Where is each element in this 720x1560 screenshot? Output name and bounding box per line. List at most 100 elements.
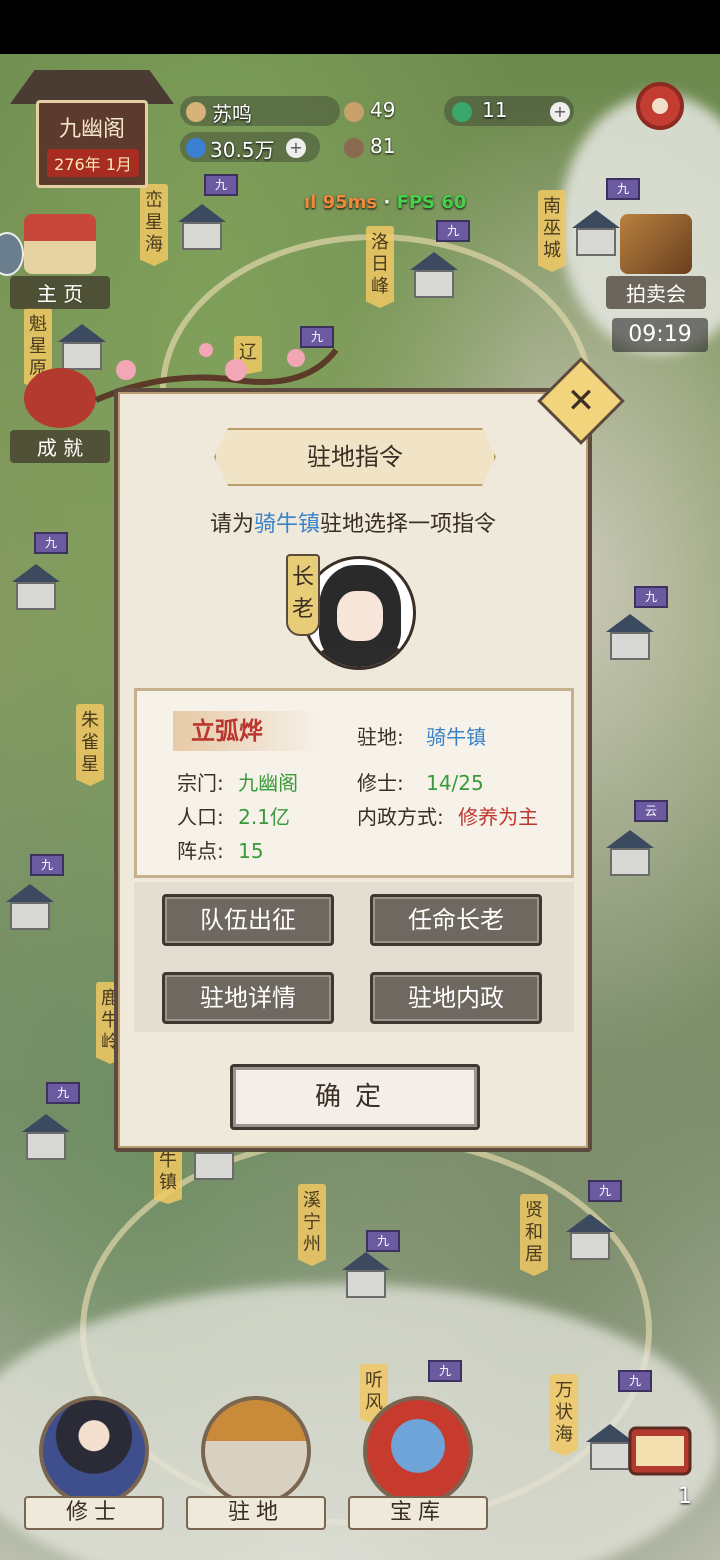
close-icon[interactable]: ✕ <box>550 370 612 432</box>
map-castle[interactable] <box>0 884 60 932</box>
place-label[interactable]: 峦星海 <box>140 184 168 266</box>
treasury-nav-button[interactable]: 宝库 <box>348 1396 488 1530</box>
station-value: 骑牛镇 <box>426 725 487 749</box>
population-label: 人口: <box>177 805 224 829</box>
place-label[interactable]: 南巫城 <box>538 190 566 272</box>
map-castle[interactable] <box>336 1252 396 1300</box>
appoint-elder-button[interactable]: 任命长老 <box>370 894 542 946</box>
fps-value: FPS 60 <box>396 192 467 213</box>
garrison-castle-icon <box>201 1396 311 1506</box>
place-label[interactable]: 溪宁州 <box>298 1184 326 1266</box>
signal-bars-icon: ıl <box>304 192 317 213</box>
resource-a-icon <box>344 102 364 122</box>
garrison-info-card: 立弧烨 驻地: 骑牛镇 宗门: 九幽阁 修士: 14/25 人口: 2.1亿 内… <box>134 688 574 878</box>
sect-flag: 九 <box>46 1082 80 1104</box>
sect-flag: 云 <box>634 800 668 822</box>
settings-gear-icon[interactable] <box>636 82 684 130</box>
population-value: 2.1亿 <box>238 805 290 829</box>
sect-roof-icon <box>10 70 174 104</box>
home-label: 主 页 <box>10 276 110 309</box>
cultivators-label: 修士: <box>357 771 404 795</box>
add-jade-plus-icon[interactable]: + <box>550 102 570 122</box>
scroll-count: 1 <box>678 1484 692 1509</box>
cultivator-nav-button[interactable]: 修士 <box>24 1396 164 1530</box>
jade-icon <box>452 102 472 122</box>
dialog-title: 驻地指令 <box>307 443 403 471</box>
sect-flag: 九 <box>436 220 470 242</box>
dispatch-team-button[interactable]: 队伍出征 <box>162 894 334 946</box>
dialog-title-banner: 驻地指令 <box>214 428 496 486</box>
ping-value: 95ms <box>322 192 378 213</box>
auction-hammer-icon <box>620 214 692 274</box>
jade-value: 11 <box>482 98 508 122</box>
confirm-button[interactable]: 确定 <box>230 1064 480 1130</box>
place-label[interactable]: 洛日峰 <box>366 226 394 308</box>
prompt-place: 骑牛镇 <box>253 512 320 537</box>
status-bar <box>0 0 720 54</box>
auction-timer: 09:19 <box>612 318 708 352</box>
treasury-gourd-icon <box>363 1396 473 1506</box>
sect-name: 九幽阁 <box>58 117 125 142</box>
cultivator-portrait-icon <box>39 1396 149 1506</box>
network-status: ıl 95ms · FPS 60 <box>304 192 466 213</box>
map-castle[interactable] <box>6 564 66 612</box>
player-name: 苏鸣 <box>212 102 252 126</box>
policy-label: 内政方式: <box>357 805 444 829</box>
sect-label: 宗门: <box>177 771 224 795</box>
treasury-nav-label: 宝库 <box>348 1496 488 1530</box>
prompt-prefix: 请为 <box>209 512 254 537</box>
garrison-details-button[interactable]: 驻地详情 <box>162 972 334 1024</box>
sect-value: 九幽阁 <box>238 771 299 795</box>
home-button[interactable]: 主 页 <box>10 214 110 309</box>
sect-plate: 九幽阁 276年 1月 <box>36 100 148 188</box>
map-castle[interactable] <box>560 1214 620 1262</box>
player-icon <box>186 102 206 122</box>
formation-row: 阵点: 15 <box>177 835 264 864</box>
prompt-suffix: 驻地选择一项指令 <box>320 512 497 537</box>
sect-flag: 九 <box>428 1360 462 1382</box>
sect-flag: 九 <box>34 532 68 554</box>
sect-row: 宗门: 九幽阁 <box>177 767 298 796</box>
scroll-reward-icon[interactable] <box>620 1410 700 1490</box>
home-icon <box>24 214 96 274</box>
population-row: 人口: 2.1亿 <box>177 801 290 830</box>
garrison-command-dialog: 驻地指令 请为骑牛镇驻地选择一项指令 长老 立弧烨 驻地: 骑牛镇 宗门: 九幽… <box>114 388 592 1152</box>
spirit-stone-icon <box>186 138 206 158</box>
cultivators-row: 修士: 14/25 <box>357 767 484 796</box>
formation-label: 阵点: <box>177 839 224 863</box>
rank-tag: 长老 <box>286 554 320 636</box>
garrison-nav-button[interactable]: 驻地 <box>186 1396 326 1530</box>
formation-value: 15 <box>238 839 264 863</box>
achievement-label: 成 就 <box>10 430 110 463</box>
map-castle[interactable] <box>404 252 464 300</box>
place-label[interactable]: 朱雀星 <box>76 704 104 786</box>
map-castle[interactable] <box>172 204 232 252</box>
governor-name: 立弧烨 <box>173 711 323 751</box>
station-row: 驻地: 骑牛镇 <box>357 721 486 750</box>
sect-flag: 九 <box>366 1230 400 1252</box>
resource-b-value: 81 <box>370 134 396 158</box>
place-label[interactable]: 牛镇 <box>154 1144 182 1204</box>
resource-a-value: 49 <box>370 98 396 122</box>
sect-flag: 九 <box>606 178 640 200</box>
cultivators-value: 14/25 <box>426 771 484 795</box>
map-castle[interactable] <box>600 830 660 878</box>
garrison-nav-label: 驻地 <box>186 1496 326 1530</box>
sect-flag: 九 <box>618 1370 652 1392</box>
game-date: 276年 1月 <box>47 149 139 177</box>
auction-button[interactable]: 拍卖会 <box>606 214 706 309</box>
policy-value: 修养为主 <box>458 805 539 829</box>
spirit-stones-value: 30.5万 <box>210 138 275 162</box>
place-label[interactable]: 万状海 <box>550 1374 578 1456</box>
place-label[interactable]: 贤和居 <box>520 1194 548 1276</box>
dialog-prompt: 请为骑牛镇驻地选择一项指令 <box>118 506 588 538</box>
action-button-area: 队伍出征 任命长老 驻地详情 驻地内政 <box>134 882 574 1032</box>
map-castle[interactable] <box>16 1114 76 1162</box>
policy-row: 内政方式: 修养为主 <box>357 801 538 830</box>
add-stones-plus-icon[interactable]: + <box>286 138 306 158</box>
sect-flag: 九 <box>30 854 64 876</box>
garrison-affairs-button[interactable]: 驻地内政 <box>370 972 542 1024</box>
map-castle[interactable] <box>600 614 660 662</box>
sect-badge[interactable]: 九幽阁 276年 1月 <box>10 60 174 192</box>
resource-b-icon <box>344 138 364 158</box>
